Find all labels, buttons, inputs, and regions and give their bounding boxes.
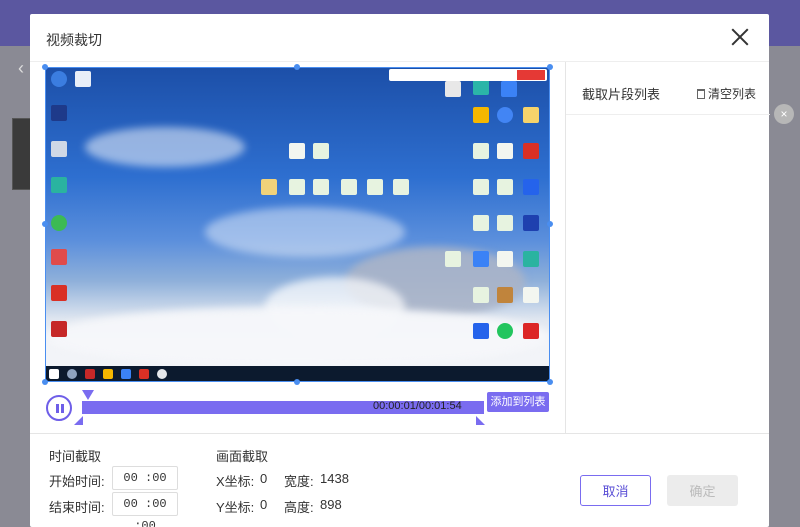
document-file-icon (289, 143, 305, 159)
desktop-app-icon (523, 215, 539, 231)
segment-list-title: 截取片段列表 (582, 87, 661, 102)
back-arrow-icon: ‹ (18, 58, 24, 78)
document-file-icon (289, 179, 305, 195)
add-to-list-button[interactable]: 添加到列表 (487, 392, 549, 412)
start-time-input[interactable]: 00 :00 :00 (112, 466, 178, 507)
desktop-app-icon (473, 251, 489, 267)
crop-handle-bottom-left[interactable] (42, 379, 48, 385)
desktop-app-icon (75, 71, 91, 87)
time-display: 00:00:01/00:01:54 (373, 400, 462, 412)
start-time-label: 开始时间: (49, 474, 105, 489)
pdf-file-icon (523, 323, 539, 339)
recording-toolbar (389, 69, 547, 81)
end-time-input[interactable]: 00 :00 :00 (112, 492, 178, 527)
width-label: 宽度: (284, 474, 314, 489)
desktop-app-icon (51, 71, 67, 87)
end-time-label: 结束时间: (49, 500, 105, 515)
crop-handle-top-left[interactable] (42, 64, 48, 70)
dialog-title: 视频裁切 (46, 32, 102, 48)
desktop-app-icon (51, 105, 67, 121)
x-coordinate-value: 0 (260, 471, 268, 486)
taskbar-app-icon (103, 369, 113, 379)
taskbar-app-icon (121, 369, 131, 379)
folder-icon (261, 179, 277, 195)
crop-handle-left[interactable] (42, 221, 48, 227)
divider (566, 114, 770, 115)
desktop-app-icon (51, 249, 67, 265)
search-icon (67, 369, 77, 379)
desktop-app-icon (497, 287, 513, 303)
background-close-icon: × (774, 104, 794, 124)
cancel-button[interactable]: 取消 (580, 475, 651, 506)
taskbar-app-icon (85, 369, 95, 379)
desktop-app-icon (523, 107, 539, 123)
document-file-icon (367, 179, 383, 195)
document-file-icon (473, 287, 489, 303)
crop-handle-bottom[interactable] (294, 379, 300, 385)
taskbar-app-icon (139, 369, 149, 379)
record-button-badge (517, 70, 545, 80)
playhead-marker[interactable] (82, 390, 94, 400)
trim-end-handle[interactable] (476, 416, 485, 425)
time-crop-title: 时间截取 (49, 449, 102, 464)
desktop-app-icon (51, 321, 67, 337)
crop-handle-right[interactable] (547, 221, 553, 227)
trim-start-handle[interactable] (74, 416, 83, 425)
document-file-icon (473, 215, 489, 231)
document-file-icon (523, 287, 539, 303)
document-file-icon (473, 179, 489, 195)
document-file-icon (497, 251, 513, 267)
document-file-icon (313, 179, 329, 195)
desktop-app-icon (497, 107, 513, 123)
windows-start-icon (49, 369, 59, 379)
desktop-app-icon (51, 285, 67, 301)
document-file-icon (497, 215, 513, 231)
crop-handle-top[interactable] (294, 64, 300, 70)
height-label: 高度: (284, 500, 314, 515)
taskbar-app-icon (157, 369, 167, 379)
dialog-header: 视频裁切 (30, 14, 769, 62)
document-file-icon (497, 143, 513, 159)
pause-button[interactable] (46, 395, 72, 421)
sky-cloud (205, 207, 405, 257)
desktop-app-icon (473, 79, 489, 95)
desktop-app-icon (501, 81, 517, 97)
desktop-app-icon (473, 323, 489, 339)
crop-handle-bottom-right[interactable] (547, 379, 553, 385)
sky-cloud (85, 127, 245, 167)
frame-crop-title: 画面截取 (216, 449, 269, 464)
desktop-app-icon (497, 323, 513, 339)
recycle-bin-icon (51, 141, 67, 157)
video-crop-dialog: 视频裁切 00:00:01/00:01:54 添加到列表 截取片段列表 清空列表… (30, 14, 770, 527)
document-file-icon (445, 251, 461, 267)
desktop-app-icon (473, 107, 489, 123)
segment-list-panel: 截取片段列表 清空列表 (565, 62, 770, 433)
crop-handle-top-right[interactable] (547, 64, 553, 70)
video-preview[interactable] (45, 67, 550, 382)
trash-icon (697, 89, 705, 99)
document-file-icon (497, 179, 513, 195)
width-value: 1438 (320, 471, 349, 486)
background-thumbnail (12, 118, 32, 190)
document-file-icon (341, 179, 357, 195)
desktop-app-icon (523, 179, 539, 195)
clear-list-button[interactable]: 清空列表 (697, 85, 756, 102)
confirm-button[interactable]: 确定 (667, 475, 738, 506)
desktop-app-icon (523, 251, 539, 267)
divider (30, 433, 769, 434)
document-file-icon (313, 143, 329, 159)
desktop-app-icon (51, 177, 67, 193)
desktop-app-icon (523, 143, 539, 159)
y-coordinate-value: 0 (260, 497, 268, 512)
clear-list-label: 清空列表 (708, 87, 757, 101)
close-icon[interactable] (729, 26, 751, 48)
desktop-app-icon (445, 81, 461, 97)
desktop-app-icon (51, 215, 67, 231)
height-value: 898 (320, 497, 342, 512)
x-coordinate-label: X坐标: (216, 474, 255, 489)
document-file-icon (393, 179, 409, 195)
document-file-icon (473, 143, 489, 159)
y-coordinate-label: Y坐标: (216, 500, 255, 515)
